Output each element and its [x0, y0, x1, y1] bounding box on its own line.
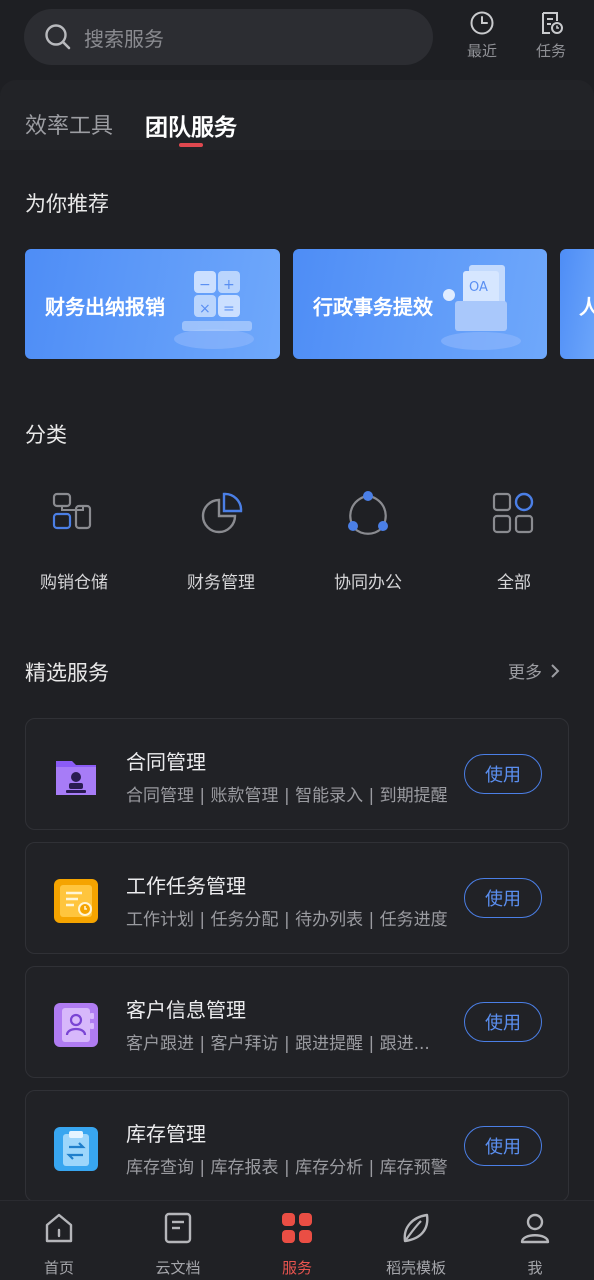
banner-finance-title: 财务出纳报销 [45, 295, 165, 319]
bottom-nav: 首页 云文档 服务 稻壳模板 我 [0, 1200, 594, 1280]
inventory-clipboard-icon [54, 1127, 98, 1171]
category-label: 购销仓储 [40, 573, 108, 593]
nav-label: 我 [527, 1259, 543, 1277]
banner-admin[interactable]: 行政事务提效 OA [293, 249, 547, 359]
nav-label: 稻壳模板 [385, 1259, 446, 1277]
search-input[interactable]: 搜索服务 [24, 9, 433, 65]
pie-chart-icon [201, 492, 243, 534]
collaboration-icon [348, 491, 388, 535]
service-desc: 合同管理 | 账款管理 | 智能录入 | 到期提醒 [126, 786, 448, 806]
nav-docer-templates[interactable]: 稻壳模板 [366, 1211, 466, 1278]
service-card-customer[interactable]: 客户信息管理 客户跟进 | 客户拜访 | 跟进提醒 | 跟进... 使用 [25, 966, 569, 1078]
service-card-task[interactable]: 工作任务管理 工作计划 | 任务分配 | 待办列表 | 任务进度 使用 [25, 842, 569, 954]
task-label: 任务 [535, 42, 566, 60]
svg-text:+: + [223, 277, 235, 293]
search-placeholder: 搜索服务 [84, 26, 164, 51]
documents-illustration: OA [441, 265, 521, 350]
category-label: 全部 [497, 573, 531, 593]
use-button[interactable]: 使用 [464, 1002, 542, 1042]
tab-team-services[interactable]: 团队服务 [145, 108, 237, 142]
leaf-icon [403, 1213, 429, 1243]
services-grid-icon [282, 1213, 312, 1243]
recommend-title: 为你推荐 [25, 192, 109, 216]
svg-text:OA: OA [469, 280, 488, 295]
banner-admin-title: 行政事务提效 [313, 295, 433, 319]
contact-book-icon [54, 1003, 98, 1047]
nav-me[interactable]: 我 [485, 1211, 585, 1278]
featured-title: 精选服务 [25, 661, 109, 685]
svg-text:−: − [199, 277, 211, 293]
task-button[interactable]: 任务 [521, 10, 581, 66]
flow-blocks-icon [52, 492, 92, 530]
svg-text:×: × [199, 301, 211, 317]
service-name: 工作任务管理 [126, 874, 246, 898]
user-icon [520, 1213, 550, 1244]
chevron-right-icon [551, 663, 560, 678]
service-name: 客户信息管理 [126, 998, 246, 1022]
service-name: 合同管理 [126, 750, 206, 774]
categories-title: 分类 [25, 423, 67, 447]
banner-finance[interactable]: 财务出纳报销 − + × = [25, 249, 280, 359]
recent-label: 最近 [466, 42, 497, 60]
task-list-icon [542, 12, 563, 34]
service-card-inventory[interactable]: 库存管理 库存查询 | 库存报表 | 库存分析 | 库存预警 使用 [25, 1090, 569, 1200]
clock-icon [470, 11, 494, 35]
category-finance[interactable]: 财务管理 [171, 488, 271, 593]
category-label: 财务管理 [187, 573, 255, 593]
category-purchase-storage[interactable]: 购销仓储 [24, 488, 124, 593]
nav-cloud-docs[interactable]: 云文档 [128, 1211, 228, 1278]
home-icon [45, 1213, 73, 1243]
nav-label: 云文档 [155, 1259, 201, 1277]
contract-folder-icon [56, 761, 96, 795]
recent-button[interactable]: 最近 [452, 10, 512, 66]
nav-label: 服务 [281, 1259, 312, 1277]
svg-text:=: = [223, 301, 235, 317]
task-board-icon [54, 879, 98, 923]
search-icon [45, 24, 71, 50]
category-label: 协同办公 [334, 573, 402, 593]
service-card-contract[interactable]: 合同管理 合同管理 | 账款管理 | 智能录入 | 到期提醒 使用 [25, 718, 569, 830]
use-button[interactable]: 使用 [464, 1126, 542, 1166]
service-desc: 工作计划 | 任务分配 | 待办列表 | 任务进度 [126, 910, 448, 930]
use-button[interactable]: 使用 [464, 754, 542, 794]
document-icon [164, 1212, 192, 1244]
tab-indicator [179, 143, 203, 147]
category-collaboration[interactable]: 协同办公 [318, 488, 418, 593]
nav-label: 首页 [43, 1259, 74, 1277]
main-sheet: 效率工具 团队服务 为你推荐 财务出纳报销 − + × = 行政事务提效 OA [0, 80, 594, 1200]
nav-services[interactable]: 服务 [247, 1211, 347, 1278]
more-link[interactable]: 更多 [508, 658, 560, 683]
service-name: 库存管理 [126, 1122, 206, 1146]
calculator-illustration: − + × = [174, 271, 254, 349]
more-label: 更多 [508, 663, 542, 683]
grid-icon [492, 492, 534, 534]
category-all[interactable]: 全部 [464, 488, 564, 593]
service-desc: 库存查询 | 库存报表 | 库存分析 | 库存预警 [126, 1158, 448, 1178]
tab-efficiency-tools[interactable]: 效率工具 [25, 108, 113, 140]
banner-partial-title: 人 [579, 295, 594, 319]
nav-home[interactable]: 首页 [9, 1211, 109, 1278]
service-desc: 客户跟进 | 客户拜访 | 跟进提醒 | 跟进... [126, 1034, 430, 1054]
banner-partial[interactable]: 人 [560, 249, 594, 359]
top-bar: 搜索服务 最近 任务 [0, 0, 594, 80]
use-button[interactable]: 使用 [464, 878, 542, 918]
